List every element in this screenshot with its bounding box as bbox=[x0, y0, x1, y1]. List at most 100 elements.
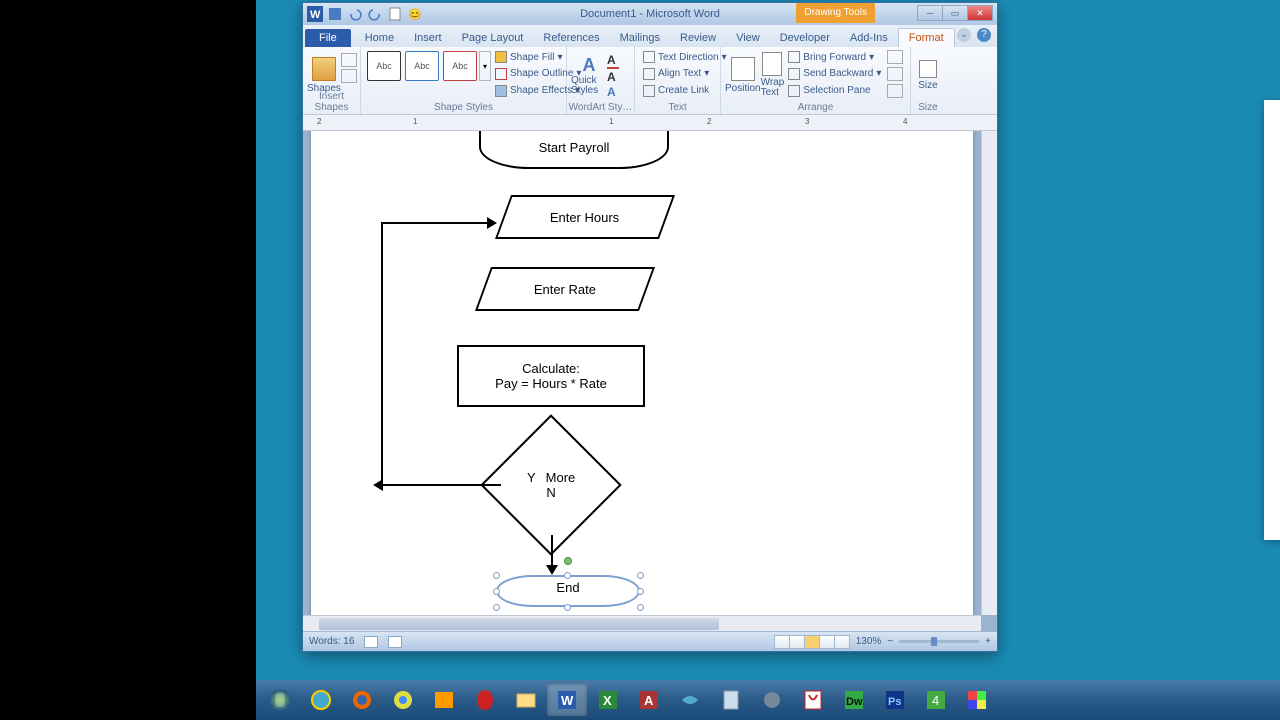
quick-styles-button[interactable]: A Quick Styles bbox=[571, 49, 607, 101]
horizontal-ruler[interactable]: 2 1 1 2 3 4 bbox=[303, 115, 997, 131]
tab-page-layout[interactable]: Page Layout bbox=[452, 29, 534, 47]
save-icon[interactable] bbox=[327, 6, 343, 22]
taskbar-firefox[interactable] bbox=[342, 684, 382, 716]
new-icon[interactable] bbox=[387, 6, 403, 22]
taskbar-app4[interactable] bbox=[957, 684, 997, 716]
shape-enter-hours[interactable]: Enter Hours bbox=[495, 195, 675, 239]
size-button[interactable]: Size bbox=[915, 49, 941, 101]
titlebar[interactable]: W 😊 Document1 - Microsoft Word Drawing T… bbox=[303, 3, 997, 25]
style-gallery-more[interactable]: ▾ bbox=[479, 51, 491, 81]
taskbar-photoshop[interactable]: Ps bbox=[875, 684, 915, 716]
bring-forward-button[interactable]: Bring Forward ▾ bbox=[788, 50, 881, 65]
horizontal-scrollbar[interactable] bbox=[303, 615, 981, 631]
proofing-icon[interactable] bbox=[364, 636, 378, 648]
group-text: Text Direction ▾ Align Text ▾ Create Lin… bbox=[635, 47, 721, 114]
redo-icon[interactable] bbox=[367, 6, 383, 22]
style-swatch-2[interactable]: Abc bbox=[405, 51, 439, 81]
word-count[interactable]: Words: 16 bbox=[309, 636, 354, 647]
view-web-layout[interactable] bbox=[804, 635, 820, 649]
tab-insert[interactable]: Insert bbox=[404, 29, 452, 47]
align-text-button[interactable]: Align Text ▾ bbox=[643, 66, 727, 81]
taskbar-outlook[interactable] bbox=[424, 684, 464, 716]
taskbar-explorer[interactable] bbox=[506, 684, 546, 716]
style-swatch-3[interactable]: Abc bbox=[443, 51, 477, 81]
edit-shape-icon[interactable] bbox=[341, 53, 357, 67]
arrow-loop-h2 bbox=[381, 222, 487, 224]
shape-calculate[interactable]: Calculate: Pay = Hours * Rate bbox=[457, 345, 645, 407]
zoom-level[interactable]: 130% bbox=[856, 636, 882, 647]
help-icon[interactable]: ? bbox=[977, 28, 991, 42]
text-fill-icon[interactable]: A bbox=[607, 53, 619, 69]
scroll-thumb[interactable] bbox=[319, 618, 719, 630]
sel-handle-sw[interactable] bbox=[493, 604, 500, 611]
rotation-handle[interactable] bbox=[564, 557, 572, 565]
taskbar-app2[interactable] bbox=[752, 684, 792, 716]
taskbar-access[interactable]: A bbox=[629, 684, 669, 716]
maximize-button[interactable]: ▭ bbox=[942, 5, 968, 21]
taskbar-chrome[interactable] bbox=[383, 684, 423, 716]
macro-icon[interactable] bbox=[388, 636, 402, 648]
text-outline-icon[interactable]: A bbox=[607, 70, 619, 84]
tab-format[interactable]: Format bbox=[898, 28, 955, 47]
style-swatch-1[interactable]: Abc bbox=[367, 51, 401, 81]
sel-handle-n[interactable] bbox=[564, 572, 571, 579]
tab-references[interactable]: References bbox=[533, 29, 609, 47]
text-direction-button[interactable]: Text Direction ▾ bbox=[643, 50, 727, 65]
view-print-layout[interactable] bbox=[774, 635, 790, 649]
wrap-icon bbox=[762, 52, 782, 76]
text-effects-icon[interactable]: A bbox=[607, 85, 619, 99]
wrap-text-button[interactable]: Wrap Text bbox=[761, 49, 785, 101]
text-box-icon[interactable] bbox=[341, 69, 357, 83]
shape-start[interactable]: Start Payroll bbox=[479, 131, 669, 169]
svg-text:W: W bbox=[561, 693, 574, 708]
close-button[interactable]: ✕ bbox=[967, 5, 993, 21]
vertical-scrollbar[interactable] bbox=[981, 131, 997, 615]
taskbar-dreamweaver[interactable]: Dw bbox=[834, 684, 874, 716]
send-backward-button[interactable]: Send Backward ▾ bbox=[788, 66, 881, 81]
minimize-button[interactable]: ─ bbox=[917, 5, 943, 21]
start-button[interactable] bbox=[260, 684, 300, 716]
taskbar-word[interactable]: W bbox=[547, 684, 587, 716]
position-button[interactable]: Position bbox=[725, 49, 761, 101]
taskbar-opera[interactable] bbox=[465, 684, 505, 716]
sel-handle-se[interactable] bbox=[637, 604, 644, 611]
contextual-tab-label: Drawing Tools bbox=[796, 3, 875, 23]
view-draft[interactable] bbox=[834, 635, 850, 649]
rotate-button[interactable] bbox=[887, 84, 903, 98]
tab-view[interactable]: View bbox=[726, 29, 770, 47]
view-full-screen[interactable] bbox=[789, 635, 805, 649]
taskbar-app3[interactable]: 4 bbox=[916, 684, 956, 716]
taskbar-acrobat[interactable] bbox=[793, 684, 833, 716]
file-tab[interactable]: File bbox=[305, 29, 351, 47]
shape-end[interactable]: End bbox=[496, 575, 640, 607]
taskbar-notepad[interactable] bbox=[711, 684, 751, 716]
sel-handle-e[interactable] bbox=[637, 588, 644, 595]
align-button[interactable] bbox=[887, 50, 903, 64]
tab-mailings[interactable]: Mailings bbox=[610, 29, 670, 47]
arrow-down-end bbox=[551, 535, 553, 567]
group-button[interactable] bbox=[887, 67, 903, 81]
tab-review[interactable]: Review bbox=[670, 29, 726, 47]
taskbar-excel[interactable]: X bbox=[588, 684, 628, 716]
zoom-in[interactable]: + bbox=[985, 636, 991, 647]
emoji-icon[interactable]: 😊 bbox=[407, 6, 423, 22]
undo-icon[interactable] bbox=[347, 6, 363, 22]
tab-developer[interactable]: Developer bbox=[770, 29, 840, 47]
create-link-button[interactable]: Create Link bbox=[643, 83, 727, 98]
minimize-ribbon-icon[interactable]: ⌄ bbox=[957, 28, 971, 42]
taskbar-ie[interactable] bbox=[301, 684, 341, 716]
shape-enter-rate[interactable]: Enter Rate bbox=[475, 267, 655, 311]
selection-pane-button[interactable]: Selection Pane bbox=[788, 83, 881, 98]
sel-handle-s[interactable] bbox=[564, 604, 571, 611]
word-icon: W bbox=[307, 6, 323, 22]
document-area[interactable]: Start Payroll Enter Hours Enter Rate Cal… bbox=[303, 131, 997, 631]
zoom-out[interactable]: − bbox=[887, 636, 893, 647]
taskbar-app1[interactable] bbox=[670, 684, 710, 716]
tab-add-ins[interactable]: Add-Ins bbox=[840, 29, 898, 47]
zoom-slider[interactable] bbox=[899, 640, 979, 643]
sel-handle-nw[interactable] bbox=[493, 572, 500, 579]
sel-handle-w[interactable] bbox=[493, 588, 500, 595]
sel-handle-ne[interactable] bbox=[637, 572, 644, 579]
tab-home[interactable]: Home bbox=[355, 29, 404, 47]
view-outline[interactable] bbox=[819, 635, 835, 649]
